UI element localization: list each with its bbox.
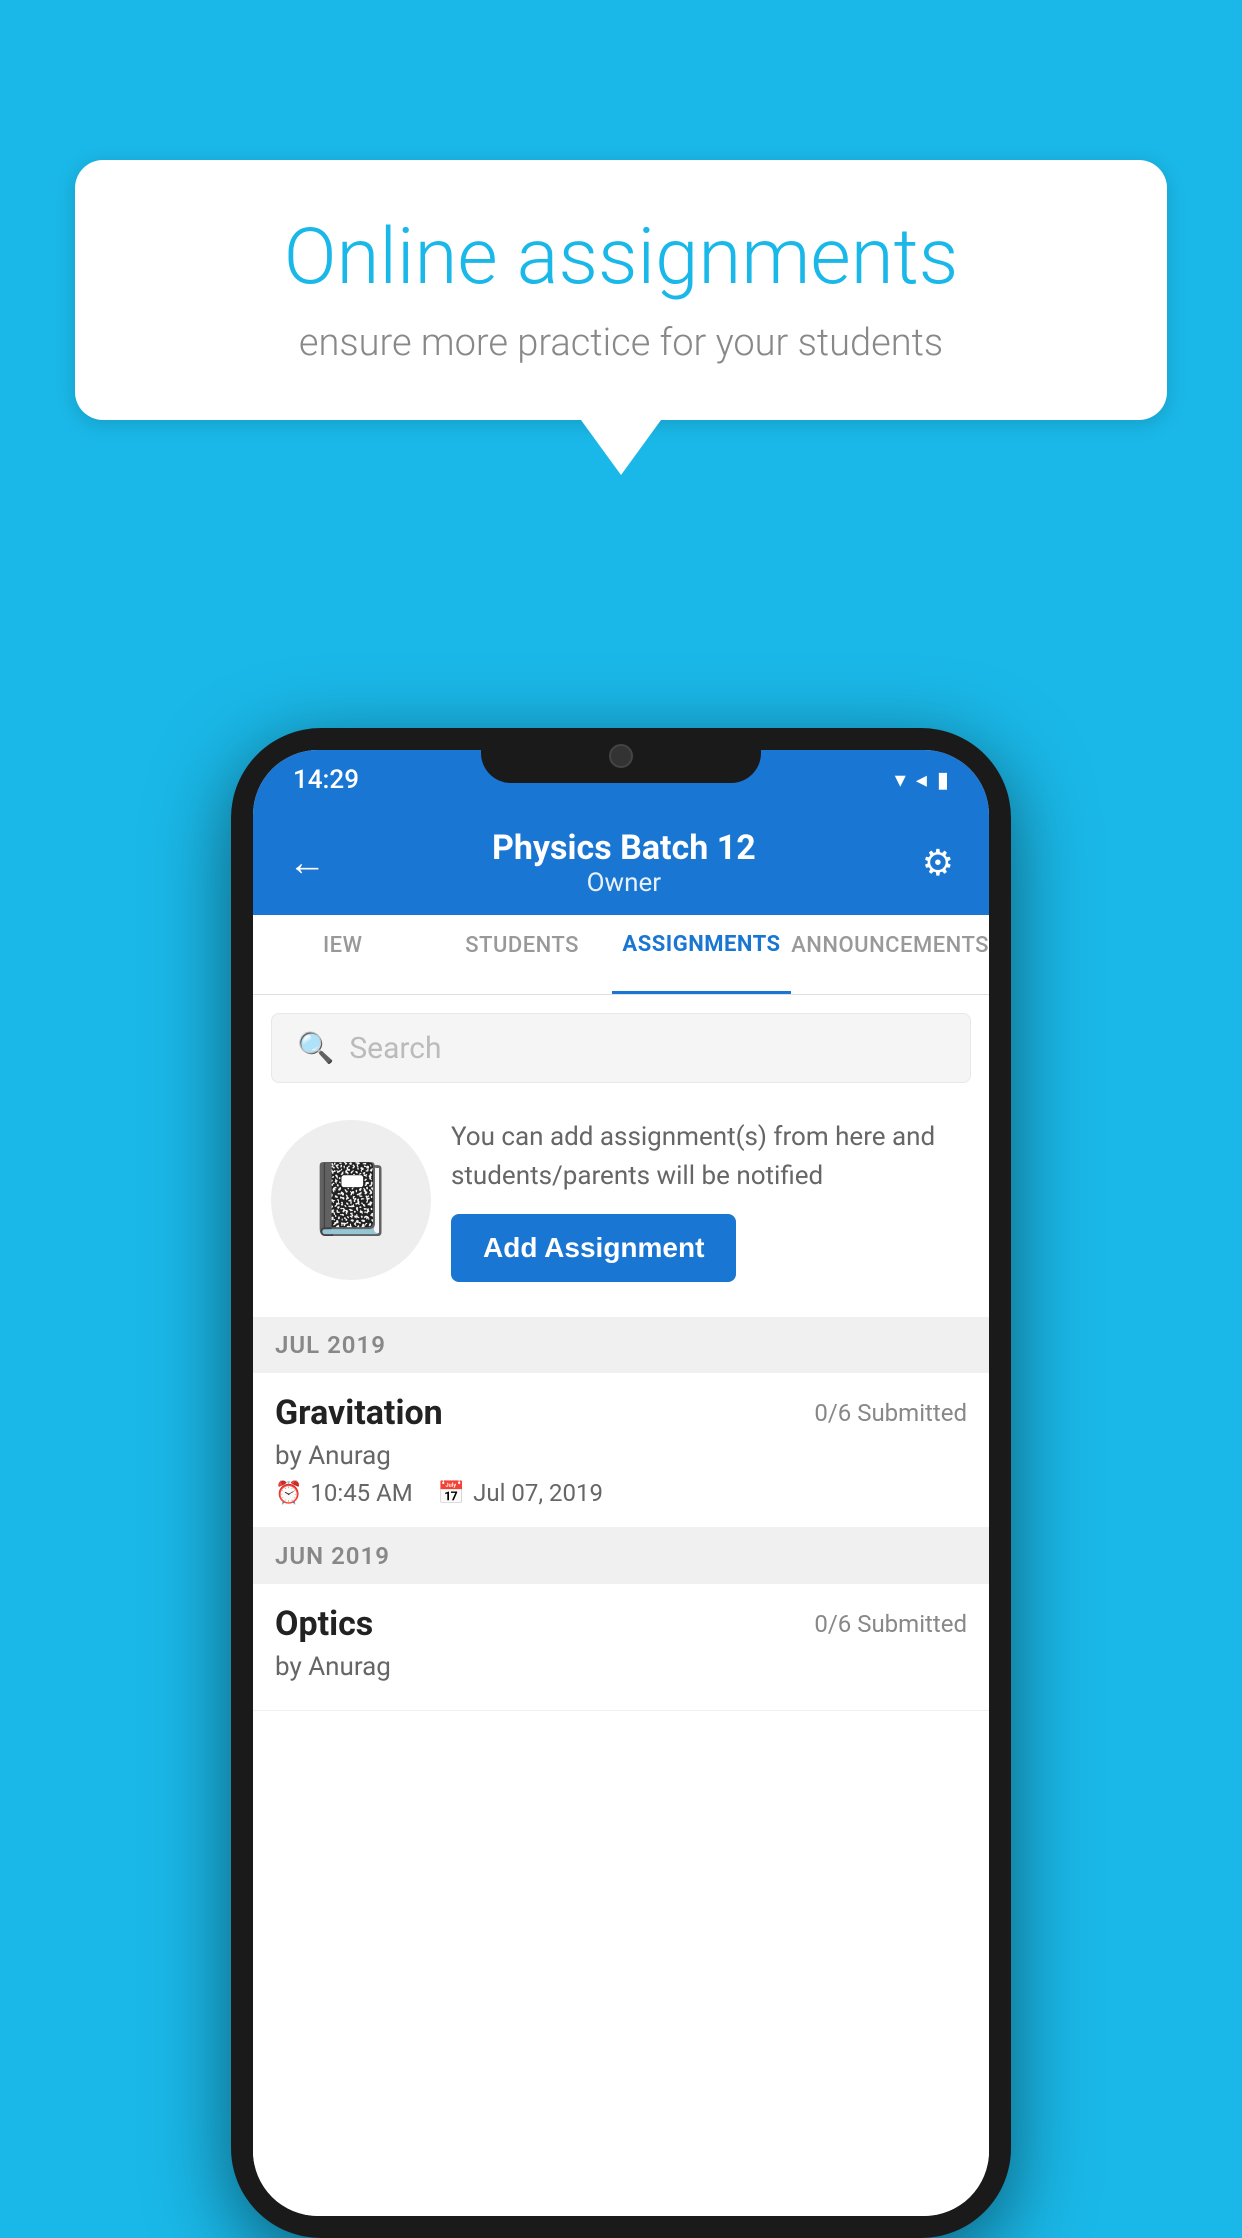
assignment-submitted: 0/6 Submitted [814, 1399, 967, 1427]
header-title-block: Physics Batch 12 Owner [326, 828, 922, 898]
battery-icon: ▮ [937, 768, 949, 793]
search-placeholder: Search [349, 1031, 441, 1066]
assignment-by: by Anurag [275, 1441, 967, 1471]
assignment-item-gravitation[interactable]: Gravitation 0/6 Submitted by Anurag ⏰ 10… [253, 1373, 989, 1528]
phone-frame: 14:29 ▾ ◂ ▮ ← Physics Batch 12 Owner ⚙ I… [231, 728, 1011, 2238]
header-title: Physics Batch 12 [326, 828, 922, 868]
status-bar-time: 14:29 [293, 765, 359, 795]
tab-announcements[interactable]: ANNOUNCEMENTS [791, 915, 989, 994]
section-jun-2019: JUN 2019 [253, 1528, 989, 1584]
phone-notch [481, 728, 761, 783]
tab-iew[interactable]: IEW [253, 915, 432, 994]
header-subtitle: Owner [326, 868, 922, 898]
speech-bubble: Online assignments ensure more practice … [75, 160, 1167, 420]
promo-description: You can add assignment(s) from here and … [451, 1118, 971, 1196]
speech-bubble-container: Online assignments ensure more practice … [75, 160, 1167, 475]
section-jul-2019: JUL 2019 [253, 1317, 989, 1373]
phone-screen: 14:29 ▾ ◂ ▮ ← Physics Batch 12 Owner ⚙ I… [253, 750, 989, 2216]
promo-text-area: You can add assignment(s) from here and … [451, 1118, 971, 1282]
settings-icon[interactable]: ⚙ [922, 842, 954, 884]
notebook-icon: 📓 [307, 1159, 394, 1241]
wifi-icon: ▾ [895, 768, 906, 793]
add-assignment-button[interactable]: Add Assignment [451, 1214, 736, 1282]
signal-icon: ◂ [916, 768, 927, 793]
calendar-icon: 📅 [438, 1481, 465, 1506]
assignment-name: Gravitation [275, 1393, 443, 1433]
tab-bar: IEW STUDENTS ASSIGNMENTS ANNOUNCEMENTS [253, 915, 989, 995]
tab-students[interactable]: STUDENTS [432, 915, 611, 994]
phone-camera [609, 744, 633, 768]
assignment-row-header: Gravitation 0/6 Submitted [275, 1393, 967, 1433]
assignment-time: 10:45 AM [310, 1479, 412, 1507]
assignment-meta: ⏰ 10:45 AM 📅 Jul 07, 2019 [275, 1479, 967, 1507]
tab-assignments[interactable]: ASSIGNMENTS [612, 915, 791, 994]
meta-time: ⏰ 10:45 AM [275, 1479, 413, 1507]
app-header: ← Physics Batch 12 Owner ⚙ [253, 810, 989, 915]
meta-date: 📅 Jul 07, 2019 [438, 1479, 603, 1507]
assignment-name-optics: Optics [275, 1604, 373, 1644]
bubble-title: Online assignments [145, 215, 1097, 301]
search-icon: 🔍 [297, 1031, 334, 1066]
clock-icon: ⏰ [275, 1481, 302, 1506]
back-button[interactable]: ← [288, 841, 326, 885]
assignment-row-header-optics: Optics 0/6 Submitted [275, 1604, 967, 1644]
assignment-item-optics[interactable]: Optics 0/6 Submitted by Anurag [253, 1584, 989, 1711]
content-area: 🔍 Search 📓 You can add assignment(s) fro… [253, 995, 989, 2216]
search-bar[interactable]: 🔍 Search [271, 1013, 971, 1083]
status-bar-icons: ▾ ◂ ▮ [895, 768, 949, 793]
assignment-by-optics: by Anurag [275, 1652, 967, 1682]
promo-card: 📓 You can add assignment(s) from here an… [271, 1103, 971, 1297]
bubble-subtitle: ensure more practice for your students [145, 321, 1097, 365]
speech-bubble-arrow [581, 420, 661, 475]
assignment-date: Jul 07, 2019 [473, 1479, 603, 1507]
assignment-submitted-optics: 0/6 Submitted [814, 1610, 967, 1638]
promo-icon-circle: 📓 [271, 1120, 431, 1280]
